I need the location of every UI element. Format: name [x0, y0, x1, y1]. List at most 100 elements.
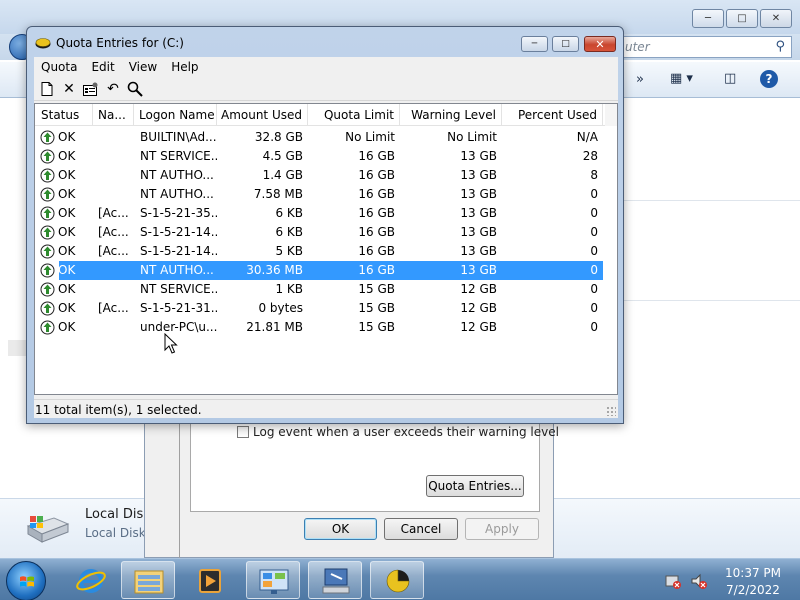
- cell-warning-level: 13 GB: [460, 149, 497, 163]
- quota-maximize-button[interactable]: □: [552, 36, 579, 52]
- menu-help[interactable]: Help: [164, 57, 205, 77]
- quota-entries-button[interactable]: Quota Entries...: [426, 475, 524, 497]
- row-content: OK [Ac... S-1-5-21-31... 0 bytes 15 GB 12 GB 0: [35, 299, 603, 318]
- cell-warning-level: 13 GB: [460, 225, 497, 239]
- column-logon-name[interactable]: Logon Name: [134, 104, 217, 126]
- cell-logon-name: NT SERVICE...: [140, 282, 217, 296]
- column-amount-used[interactable]: Amount Used: [217, 104, 308, 126]
- log-warning-checkbox-row[interactable]: Log event when a user exceeds their warn…: [237, 425, 559, 439]
- cell-status: OK: [58, 263, 76, 277]
- quota-app-icon: [35, 38, 51, 49]
- action-center-icon[interactable]: [664, 572, 682, 590]
- cell-amount-used: 6 KB: [275, 206, 303, 220]
- mouse-cursor-icon: [164, 333, 178, 354]
- navigation-pane-fragment: [8, 340, 26, 356]
- taskbar-computer-management[interactable]: [308, 561, 362, 599]
- delete-entry-icon[interactable]: ✕: [60, 80, 78, 98]
- new-entry-icon[interactable]: [38, 80, 56, 98]
- quota-pie-icon: [386, 569, 410, 593]
- cell-status: OK: [58, 187, 76, 201]
- table-row[interactable]: OK [Ac... S-1-5-21-35... 6 KB 16 GB 13 GB 0: [35, 204, 603, 223]
- find-icon[interactable]: [126, 80, 144, 98]
- cell-percent-used: 0: [590, 206, 598, 220]
- table-row[interactable]: OK [Ac... S-1-5-21-31... 0 bytes 15 GB 12 GB 0: [35, 299, 603, 318]
- cell-name: [Ac...: [98, 301, 129, 315]
- cell-percent-used: 0: [590, 263, 598, 277]
- quota-entries-list[interactable]: Status Na... Logon Name Amount Used Quot…: [34, 103, 618, 395]
- table-row[interactable]: OK NT SERVICE... 4.5 GB 16 GB 13 GB 28: [35, 147, 603, 166]
- row-content: OK NT SERVICE... 4.5 GB 16 GB 13 GB 28: [35, 147, 603, 166]
- view-options-icon[interactable]: ▦ ▾: [670, 71, 693, 86]
- log-warning-label: Log event when a user exceeds their warn…: [253, 425, 559, 439]
- quota-minimize-button[interactable]: ─: [521, 36, 548, 52]
- ok-button[interactable]: OK: [304, 518, 377, 540]
- status-ok-icon: [40, 168, 55, 183]
- row-content: OK NT AUTHO... 1.4 GB 16 GB 13 GB 8: [35, 166, 603, 185]
- table-row[interactable]: OK NT AUTHO... 30.36 MB 16 GB 13 GB 0: [40, 261, 603, 280]
- column-warning-level[interactable]: Warning Level: [400, 104, 502, 126]
- row-content: OK under-PC\u... 21.81 MB 15 GB 12 GB 0: [35, 318, 603, 337]
- log-warning-checkbox[interactable]: [237, 426, 249, 438]
- table-row[interactable]: OK [Ac... S-1-5-21-14... 5 KB 16 GB 13 GB 0: [35, 242, 603, 261]
- clock-date: 7/2/2022: [726, 583, 780, 597]
- cell-quota-limit: 16 GB: [358, 244, 395, 258]
- cell-amount-used: 0 bytes: [258, 301, 303, 315]
- undo-icon[interactable]: ↶: [104, 80, 122, 98]
- cell-amount-used: 1 KB: [275, 282, 303, 296]
- header-filler: [605, 104, 617, 126]
- quota-close-button[interactable]: ✕: [584, 36, 616, 52]
- taskbar-internet-explorer[interactable]: [64, 561, 118, 599]
- cancel-button[interactable]: Cancel: [384, 518, 458, 540]
- explorer-maximize-button[interactable]: □: [726, 9, 758, 28]
- menu-edit[interactable]: Edit: [84, 57, 121, 77]
- column-status[interactable]: Status: [35, 104, 93, 126]
- taskbar-quota-entries[interactable]: [370, 561, 424, 599]
- volume-muted-icon[interactable]: [690, 572, 708, 590]
- search-input[interactable]: uter ⚲: [612, 36, 792, 58]
- column-name[interactable]: Na...: [93, 104, 134, 126]
- cell-percent-used: 0: [590, 244, 598, 258]
- status-ok-icon: [40, 187, 55, 202]
- status-ok-icon: [40, 320, 55, 335]
- table-row[interactable]: OK BUILTIN\Ad... 32.8 GB No Limit No Limit N/…: [35, 128, 603, 147]
- menu-quota[interactable]: Quota: [34, 57, 84, 77]
- cell-quota-limit: 15 GB: [358, 320, 395, 334]
- apply-button[interactable]: Apply: [465, 518, 539, 540]
- status-ok-icon: [40, 225, 55, 240]
- explorer-close-button[interactable]: ✕: [760, 9, 792, 28]
- table-row[interactable]: OK under-PC\u... 21.81 MB 15 GB 12 GB 0: [35, 318, 603, 337]
- taskbar-clock[interactable]: 10:37 PM 7/2/2022: [718, 565, 788, 599]
- preview-pane-icon[interactable]: ◫: [724, 71, 736, 86]
- cell-percent-used: 8: [590, 168, 598, 182]
- cell-logon-name: S-1-5-21-14...: [140, 244, 217, 258]
- table-row[interactable]: OK NT SERVICE... 1 KB 15 GB 12 GB 0: [35, 280, 603, 299]
- cell-amount-used: 4.5 GB: [262, 149, 303, 163]
- table-row[interactable]: OK NT AUTHO... 7.58 MB 16 GB 13 GB 0: [35, 185, 603, 204]
- status-ok-icon: [40, 149, 55, 164]
- cell-percent-used: 0: [590, 225, 598, 239]
- cell-amount-used: 7.58 MB: [253, 187, 303, 201]
- start-button[interactable]: [6, 561, 46, 600]
- help-icon[interactable]: ?: [760, 70, 778, 88]
- table-row[interactable]: OK NT AUTHO... 1.4 GB 16 GB 13 GB 8: [35, 166, 603, 185]
- status-bar: 11 total item(s), 1 selected.: [34, 399, 618, 418]
- cell-amount-used: 32.8 GB: [254, 130, 303, 144]
- column-percent-used[interactable]: Percent Used: [502, 104, 603, 126]
- taskbar-windows-explorer[interactable]: [121, 561, 175, 599]
- explorer-minimize-button[interactable]: ─: [692, 9, 724, 28]
- table-row[interactable]: OK [Ac... S-1-5-21-14... 6 KB 16 GB 13 GB 0: [35, 223, 603, 242]
- taskbar-media-player[interactable]: [183, 561, 237, 599]
- properties-icon[interactable]: [82, 80, 100, 98]
- cell-percent-used: N/A: [576, 130, 598, 144]
- column-quota-limit[interactable]: Quota Limit: [308, 104, 400, 126]
- taskbar-control-panel[interactable]: [246, 561, 300, 599]
- quota-entries-window: Quota Entries for (C:) ─ □ ✕ Quota Edit …: [26, 26, 624, 424]
- cell-percent-used: 0: [590, 282, 598, 296]
- menu-view[interactable]: View: [122, 57, 164, 77]
- resize-grip[interactable]: [606, 406, 616, 416]
- more-commands-icon[interactable]: »: [636, 72, 644, 87]
- cell-status: OK: [58, 301, 76, 315]
- quota-titlebar[interactable]: Quota Entries for (C:) ─ □ ✕: [27, 27, 623, 57]
- status-ok-icon: [40, 130, 55, 145]
- search-icon[interactable]: ⚲: [775, 39, 785, 54]
